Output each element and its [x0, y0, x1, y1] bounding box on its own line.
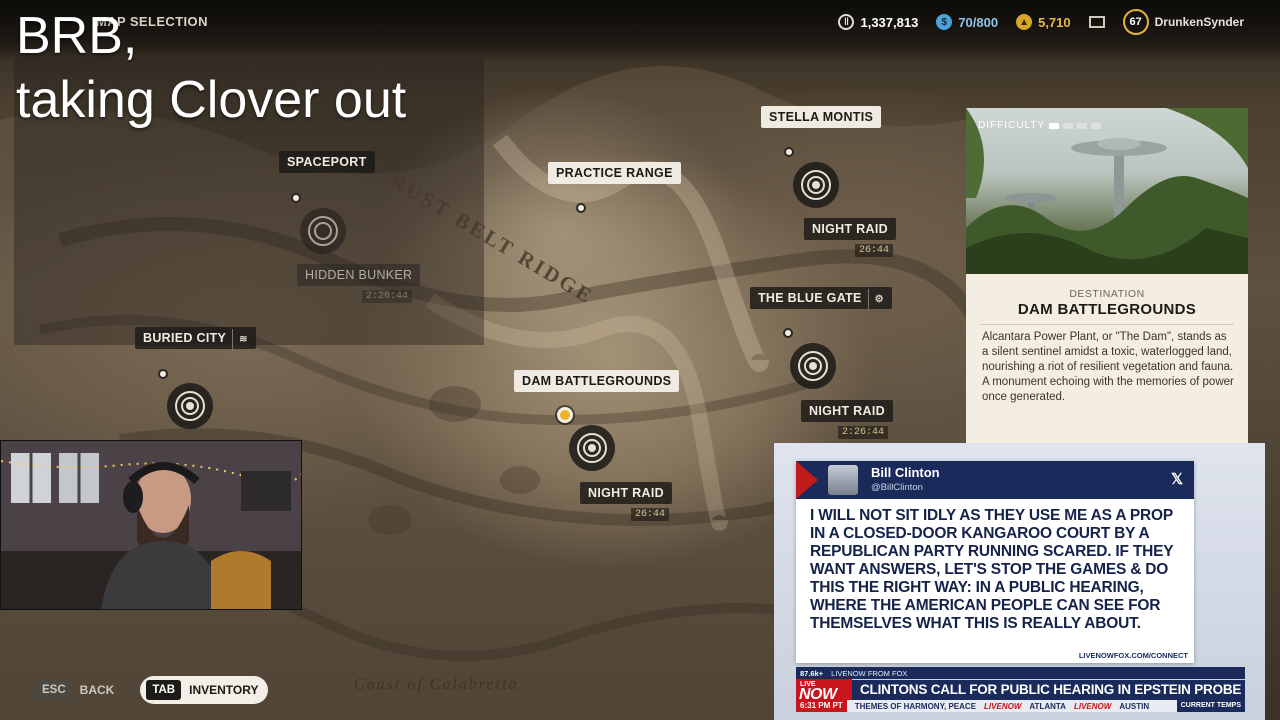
location-dam-battlegrounds[interactable]: DAM BATTLEGROUNDS — [514, 370, 680, 392]
difficulty-bar-filled — [1049, 122, 1060, 129]
news-time: 6:31 PM PT — [796, 700, 847, 712]
avatar — [828, 465, 858, 495]
tab-key: TAB — [146, 680, 182, 700]
ticker-logo: LIVENOW — [984, 701, 1022, 711]
bottom-controls: ESC BACK TAB INVENTORY — [36, 676, 269, 704]
tweet-header: Bill Clinton @BillClinton 𝕏 — [796, 461, 1194, 499]
location-buried-city[interactable]: BURIED CITY ≋ — [135, 327, 256, 351]
current-temps: CURRENT TEMPS — [1176, 700, 1245, 712]
pin-spaceport[interactable] — [291, 193, 301, 203]
difficulty-bar-empty — [1077, 122, 1088, 129]
blue-gate-night-raid-label: NIGHT RAID — [801, 400, 893, 422]
dam-raid-timer: 26:44 — [631, 508, 670, 521]
difficulty-bar-empty — [1063, 122, 1074, 129]
credits-icon: ‖ — [838, 14, 855, 30]
back-label: BACK — [79, 683, 115, 697]
credits-value: 1,337,813 — [860, 14, 919, 30]
username: DrunkenSynder — [1154, 15, 1244, 29]
region-label-coast: Coast of Calabretta — [354, 676, 519, 693]
ticker-text: THEMES OF HARMONY, PEACE — [854, 701, 977, 711]
location-practice-range[interactable]: PRACTICE RANGE — [548, 162, 681, 184]
destination-name: DAM BATTLEGROUNDS — [1017, 301, 1197, 318]
ticker-top: 87.6k+ LIVENOW FROM FOX — [796, 667, 1245, 679]
level-badge: 67 — [1122, 9, 1149, 35]
news-source: LIVENOW FROM FOX — [831, 668, 908, 678]
ticker-city-1: ATLANTA — [1029, 701, 1066, 711]
brb-line-2: taking Clover out — [16, 71, 407, 129]
gold-coin-icon: ▲ — [1016, 14, 1033, 30]
divider — [980, 324, 1234, 325]
ticker-city-2: AUSTIN — [1119, 701, 1150, 711]
modifier-icon: ≋ — [232, 329, 248, 351]
stella-raid-timer: 26:44 — [855, 244, 894, 257]
play-icon — [796, 461, 818, 499]
ticker-logo-2: LIVENOW — [1073, 701, 1112, 711]
ticker-bottom: 6:31 PM PT THEMES OF HARMONY, PEACE LIVE… — [796, 700, 1245, 712]
night-raid-icon[interactable] — [793, 162, 839, 208]
gold-currency-display[interactable]: ▲ 5,710 — [1016, 14, 1071, 30]
blue-gate-raid-icon[interactable] — [790, 343, 836, 389]
blue-currency-display[interactable]: $ 70/800 — [936, 14, 998, 30]
pin-buried-city[interactable] — [158, 369, 168, 379]
location-hidden-bunker[interactable]: HIDDEN BUNKER — [297, 264, 421, 286]
viewer-count: 87.6k+ — [800, 668, 824, 678]
bunker-timer: 2:26:44 — [362, 290, 413, 303]
news-overlay: Bill Clinton @BillClinton 𝕏 I WILL NOT S… — [774, 443, 1265, 720]
blue-gate-raid-timer: 2:26:44 — [838, 426, 889, 439]
bunker-icon[interactable] — [300, 208, 346, 254]
webcam-feed — [0, 440, 302, 610]
location-spaceport[interactable]: SPACEPORT — [279, 151, 375, 173]
pin-practice-range[interactable] — [576, 203, 586, 213]
pin-the-blue-gate[interactable] — [783, 328, 793, 338]
dam-night-raid-label: NIGHT RAID — [580, 482, 672, 504]
brb-overlay-text: BRB, taking Clover out — [16, 4, 406, 132]
back-button[interactable]: ESC BACK — [36, 680, 114, 700]
location-stella-montis[interactable]: STELLA MONTIS — [761, 106, 882, 128]
player-profile[interactable]: 67 DrunkenSynder — [1122, 9, 1244, 35]
x-logo-icon: 𝕏 — [1170, 471, 1184, 488]
difficulty-indicator: DIFFICULTY — [978, 120, 1102, 131]
blue-coin-icon: $ — [936, 14, 953, 30]
tweet-card: Bill Clinton @BillClinton 𝕏 I WILL NOT S… — [796, 461, 1194, 663]
tweet-text: I WILL NOT SIT IDLY AS THEY USE ME AS A … — [810, 507, 1174, 632]
difficulty-bar-empty — [1091, 122, 1102, 129]
esc-key: ESC — [36, 680, 72, 700]
dam-towers-illustration — [966, 108, 1248, 274]
location-the-blue-gate[interactable]: THE BLUE GATE ⚙ — [750, 287, 892, 311]
stella-night-raid-label: NIGHT RAID — [804, 218, 896, 240]
tweet-url: LIVENOWFOX.COM/CONNECT — [1078, 651, 1188, 660]
brb-line-1: BRB, — [16, 7, 138, 65]
locked-icon: ⚙ — [867, 289, 884, 311]
tweet-author: Bill Clinton — [871, 465, 940, 480]
gold-currency-value: 5,710 — [1038, 14, 1071, 30]
webcam-scene — [1, 441, 301, 609]
dam-raid-icon[interactable] — [569, 425, 615, 471]
destination-description: Alcantara Power Plant, or "The Dam", sta… — [982, 331, 1234, 403]
mail-button[interactable] — [1088, 16, 1105, 28]
blue-currency-value: 70/800 — [958, 14, 999, 30]
destination-card[interactable]: DIFFICULTY DESTINATION DAM BATTLEGROUNDS… — [966, 108, 1248, 445]
destination-kicker: DESTINATION — [1069, 288, 1145, 300]
pin-stella-montis[interactable] — [784, 147, 794, 157]
mail-icon — [1088, 16, 1105, 28]
credits-display[interactable]: ‖ 1,337,813 — [838, 14, 918, 30]
tweet-handle: @BillClinton — [871, 482, 923, 493]
currency-bar: ‖ 1,337,813 $ 70/800 ▲ 5,710 67 DrunkenS… — [838, 9, 1244, 35]
destination-image: DIFFICULTY — [966, 108, 1248, 274]
news-headline: CLINTONS CALL FOR PUBLIC HEARING IN EPST… — [852, 680, 1245, 700]
pin-dam-battlegrounds-selected[interactable] — [557, 407, 573, 423]
inventory-button[interactable]: TAB INVENTORY — [140, 676, 269, 704]
inventory-label: INVENTORY — [189, 683, 259, 697]
buried-city-raid-icon[interactable] — [167, 383, 213, 429]
